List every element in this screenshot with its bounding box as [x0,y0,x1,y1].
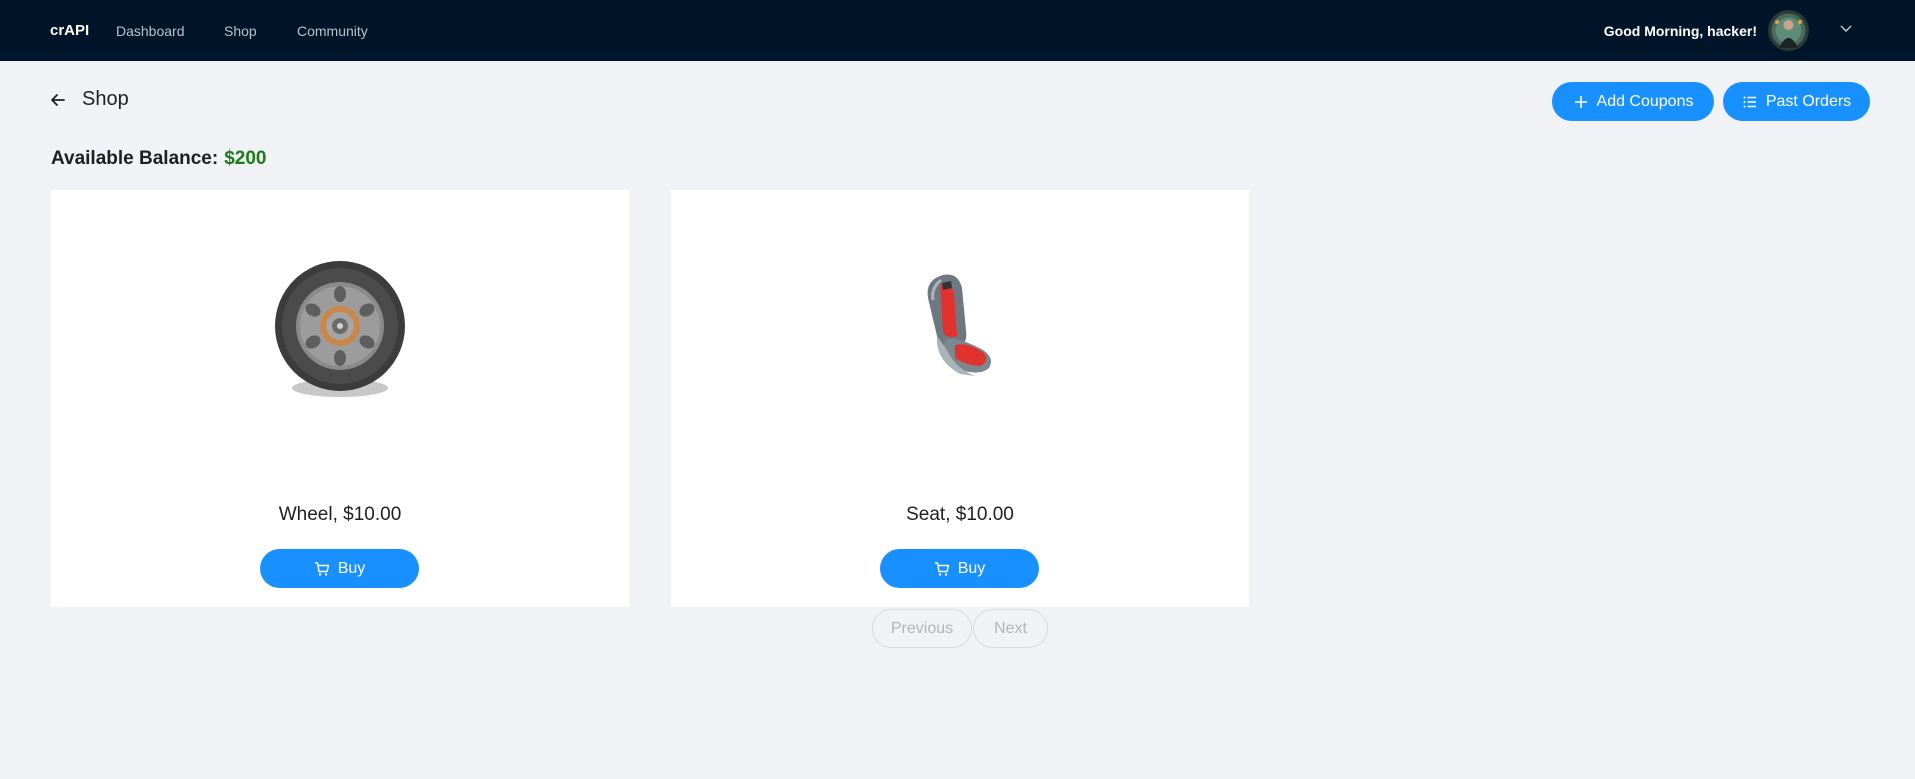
balance-value: $200 [224,148,267,169]
product-name: Seat, $10.00 [906,504,1014,525]
available-balance: Available Balance: $200 [51,148,267,170]
back-arrow-icon[interactable] [48,90,68,110]
add-coupons-button[interactable]: Add Coupons [1552,82,1714,121]
user-greeting: Good Morning, hacker! [1603,22,1757,39]
shopping-cart-icon [934,561,949,576]
previous-page-button[interactable]: Previous [872,609,972,648]
product-card-seat: Seat, $10.00 Buy [671,190,1249,607]
chevron-down-icon[interactable] [1838,20,1854,36]
buy-button-wheel[interactable]: Buy [260,549,419,588]
shopping-cart-icon [314,561,329,576]
add-coupons-label: Add Coupons [1596,92,1694,110]
buy-label: Buy [957,559,986,577]
past-orders-button[interactable]: Past Orders [1723,82,1870,121]
product-name: Wheel, $10.00 [278,504,402,525]
next-page-button[interactable]: Next [973,609,1048,648]
nav-shop[interactable]: Shop [224,0,257,61]
user-avatar[interactable] [1768,10,1809,51]
page-title: Shop [82,88,129,110]
buy-label: Buy [337,559,366,577]
nav-community[interactable]: Community [297,0,368,61]
avatar-image [1768,10,1809,51]
balance-label: Available Balance: [51,148,219,169]
plus-icon [1574,95,1587,108]
top-navbar: crAPI Dashboard Shop Community Good Morn… [0,0,1915,61]
nav-dashboard[interactable]: Dashboard [116,0,185,61]
buy-button-seat[interactable]: Buy [880,549,1039,588]
seat-image [671,250,1249,410]
list-icon [1743,96,1756,107]
product-card-wheel: Wheel, $10.00 Buy [51,190,629,607]
wheel-image [51,250,629,410]
brand-logo[interactable]: crAPI [50,0,89,61]
past-orders-label: Past Orders [1765,92,1852,110]
